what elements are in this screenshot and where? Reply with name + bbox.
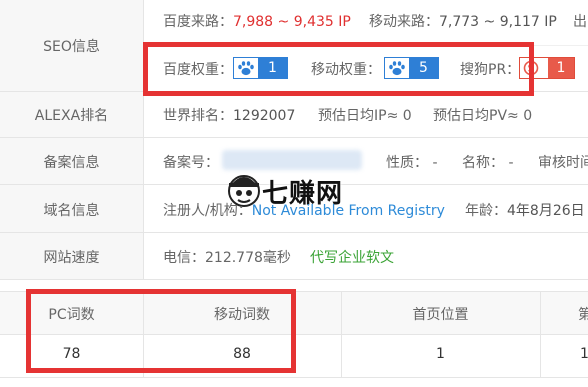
icp-label: 备案信息	[43, 155, 100, 171]
telecom-speed: 电信：212.778毫秒	[163, 250, 291, 266]
word-count-highlight-box	[26, 289, 296, 373]
domain-age: 年龄：4年8月26日	[465, 200, 585, 220]
registrant-value[interactable]: Not Available From Registry	[252, 203, 445, 219]
world-rank-label: 世界排名：	[163, 108, 233, 124]
icp-nature: 性质： -	[386, 155, 438, 171]
row-divider	[0, 232, 588, 233]
registrant: 注册人/机构：Not Available From Registry	[163, 200, 445, 220]
baidu-source: 百度来路：7,988 ~ 9,435 IP	[163, 11, 351, 31]
header-cut: 第	[578, 307, 588, 323]
weights-highlight-box	[143, 42, 534, 96]
mobile-source-label: 移动来路：	[369, 14, 439, 30]
icp-name: 名称： -	[462, 155, 514, 171]
daily-pv: 预估日均PV≈ 0	[433, 108, 533, 124]
baidu-source-label: 百度来路：	[163, 14, 233, 30]
seo-label: SEO信息	[43, 39, 100, 55]
sogou-pr-value: 1	[548, 58, 574, 78]
daily-ip: 预估日均IP≈ 0	[318, 108, 412, 124]
domain-label: 域名信息	[43, 203, 100, 219]
icp-audit-time: 审核时间	[538, 155, 588, 171]
cut-off-text: 出	[573, 14, 587, 30]
header-homepage-position: 首页位置	[412, 307, 469, 323]
mobile-source: 移动来路：7,773 ~ 9,117 IP	[369, 11, 557, 31]
table-col-divider	[540, 291, 541, 377]
row-divider	[0, 137, 588, 138]
speed-label: 网站速度	[43, 250, 100, 266]
age-value: 4年8月26日	[507, 203, 585, 219]
baidu-source-value[interactable]: 7,988 ~ 9,435 IP	[233, 14, 351, 30]
alexa-label: ALEXA排名	[34, 108, 109, 124]
value-homepage-position[interactable]: 1	[341, 346, 540, 362]
value-cut[interactable]: 1	[580, 346, 588, 362]
age-label: 年龄：	[465, 203, 507, 219]
ad-link[interactable]: 代写企业软文	[310, 247, 394, 267]
world-rank-value[interactable]: 1292007	[233, 108, 295, 124]
row-divider	[0, 279, 588, 280]
world-rank: 世界排名：1292007	[163, 105, 295, 125]
record-no-label: 备案号：	[163, 155, 219, 171]
mobile-source-value[interactable]: 7,773 ~ 9,117 IP	[439, 14, 557, 30]
blurred-record-number	[222, 150, 362, 170]
registrant-label: 注册人/机构：	[163, 203, 252, 219]
table-bottom	[0, 377, 588, 378]
